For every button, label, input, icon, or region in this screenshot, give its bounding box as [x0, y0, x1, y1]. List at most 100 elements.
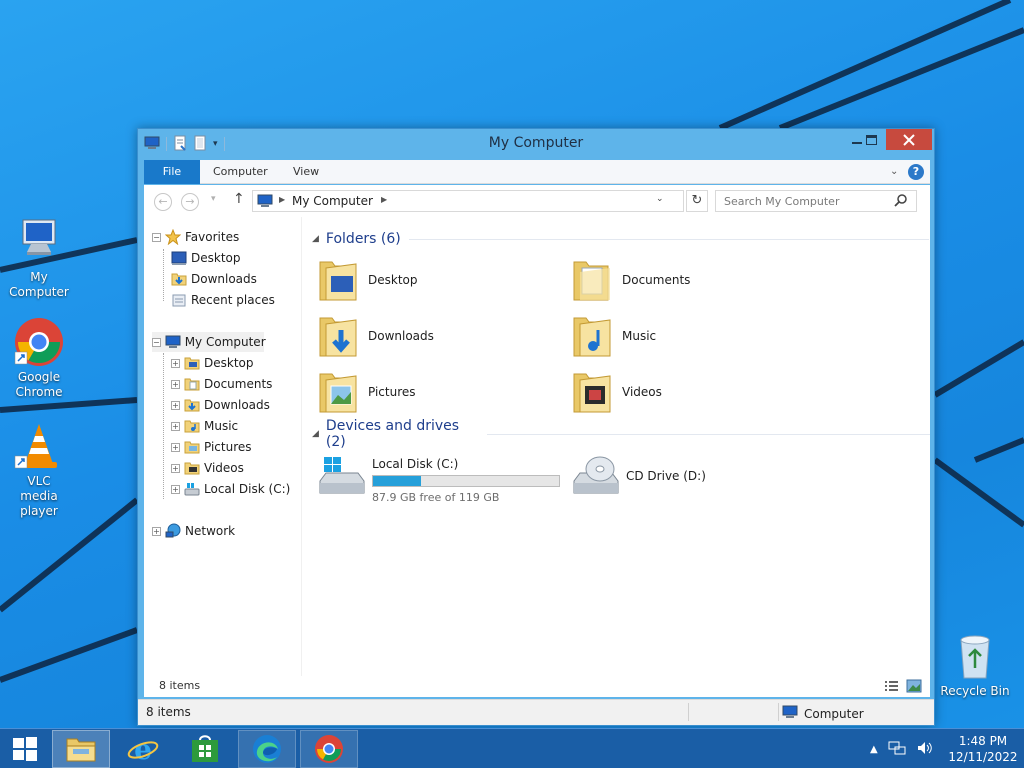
forward-button[interactable]: → — [181, 193, 199, 211]
tab-computer[interactable]: Computer — [213, 160, 268, 184]
group-divider — [486, 433, 930, 435]
refresh-button[interactable]: ↻ — [686, 190, 708, 212]
folder-item-downloads[interactable]: Downloads — [316, 310, 434, 362]
details-view-icon[interactable] — [884, 679, 900, 696]
taskbar-internet-explorer[interactable]: e — [114, 730, 172, 768]
help-button[interactable]: ? — [908, 164, 924, 180]
cd-drive-icon — [570, 455, 620, 502]
disk-usage-fill — [373, 476, 422, 486]
collapse-group-icon[interactable]: ◢ — [312, 429, 319, 439]
folder-item-desktop[interactable]: Desktop — [316, 254, 418, 306]
nav-item-label: Music — [204, 419, 239, 433]
title-bar[interactable]: ▾ My Computer — [138, 129, 934, 159]
nav-item-label: Recent places — [191, 293, 275, 307]
tab-view[interactable]: View — [293, 160, 319, 184]
back-button[interactable]: ← — [154, 193, 172, 211]
close-button[interactable] — [886, 129, 932, 150]
internet-explorer-icon: e — [127, 733, 159, 765]
recent-places-icon — [171, 292, 187, 308]
nav-pc-local-disk[interactable]: + Local Disk (C:) — [171, 479, 290, 499]
nav-item-label: Pictures — [204, 440, 252, 454]
music-folder-icon — [570, 312, 614, 360]
search-input[interactable]: Search My Computer — [724, 195, 839, 208]
taskbar-file-explorer[interactable] — [52, 730, 110, 768]
computer-icon — [782, 705, 798, 722]
desktop-icon-recycle-bin[interactable]: Recycle Bin — [936, 630, 1014, 699]
network-status-icon[interactable] — [888, 740, 906, 759]
vlc-icon — [13, 420, 65, 472]
expand-icon[interactable]: + — [171, 463, 180, 473]
volume-icon[interactable] — [916, 740, 934, 759]
nav-item-label: Local Disk (C:) — [204, 482, 291, 496]
breadcrumb-chevron-icon[interactable]: ▶ — [381, 195, 387, 204]
start-button[interactable] — [0, 730, 50, 768]
folder-item-music[interactable]: Music — [570, 310, 656, 362]
expand-icon[interactable]: + — [171, 484, 180, 494]
star-icon — [164, 228, 182, 246]
pictures-folder-icon — [316, 368, 360, 416]
taskbar-clock[interactable]: 1:48 PM 12/11/2022 — [948, 733, 1018, 765]
content-area: − Favorites Desktop Downloads Recent pla… — [144, 217, 930, 697]
search-icon — [894, 193, 908, 210]
drive-cd[interactable]: CD Drive (D:) — [570, 453, 770, 505]
status-bar: 8 items Computer — [138, 699, 934, 725]
taskbar-chrome[interactable] — [300, 730, 358, 768]
nav-item-label: Desktop — [191, 251, 241, 265]
documents-folder-icon — [184, 376, 200, 392]
nav-fav-downloads[interactable]: Downloads — [171, 269, 257, 289]
nav-pc-videos[interactable]: + Videos — [171, 458, 244, 478]
computer-icon — [13, 216, 65, 268]
expand-icon[interactable]: + — [171, 379, 180, 389]
view-switcher — [884, 679, 922, 696]
breadcrumb-my-computer[interactable]: My Computer — [292, 194, 373, 208]
show-hidden-icons-icon[interactable]: ▲ — [870, 744, 878, 755]
tab-file[interactable]: File — [144, 160, 200, 184]
drive-local-disk[interactable]: Local Disk (C:) 87.9 GB free of 119 GB — [316, 453, 566, 505]
documents-folder-icon — [570, 256, 614, 304]
address-dropdown-icon[interactable]: ⌄ — [656, 194, 664, 204]
folder-item-documents[interactable]: Documents — [570, 254, 690, 306]
expand-icon[interactable]: + — [171, 400, 180, 410]
desktop-icon-vlc[interactable]: VLC media player — [0, 420, 78, 519]
explorer-window: ▾ My Computer File Computer View ⌄ ? ← →… — [137, 128, 935, 726]
nav-my-computer-label: My Computer — [184, 335, 266, 349]
nav-my-computer[interactable]: − My Computer — [152, 332, 266, 352]
folders-group-header[interactable]: ◢ Folders (6) — [312, 228, 929, 250]
folder-item-pictures[interactable]: Pictures — [316, 366, 416, 418]
maximize-button[interactable] — [858, 129, 884, 150]
nav-network[interactable]: + Network — [152, 521, 235, 541]
navigation-bar: ← → ▾ ↑ ▶ My Computer ▶ ⌄ ↻ Search My Co… — [144, 185, 930, 217]
expand-ribbon-icon[interactable]: ⌄ — [890, 166, 898, 177]
folder-item-videos[interactable]: Videos — [570, 366, 662, 418]
breadcrumb-chevron-icon[interactable]: ▶ — [279, 195, 285, 204]
nav-pc-documents[interactable]: + Documents — [171, 374, 272, 394]
local-disk-free-text: 87.9 GB free of 119 GB — [372, 491, 500, 504]
expand-icon[interactable]: + — [171, 442, 180, 452]
nav-fav-desktop[interactable]: Desktop — [171, 248, 241, 268]
collapse-icon[interactable]: − — [152, 232, 161, 242]
chrome-icon — [315, 735, 343, 763]
taskbar-edge[interactable] — [238, 730, 296, 768]
recent-locations-icon[interactable]: ▾ — [211, 194, 216, 204]
collapse-group-icon[interactable]: ◢ — [312, 234, 319, 244]
desktop-folder-icon — [184, 355, 200, 371]
address-bar[interactable]: ▶ My Computer ▶ ⌄ — [252, 190, 684, 212]
expand-icon[interactable]: + — [171, 358, 180, 368]
nav-pc-desktop[interactable]: + Desktop — [171, 353, 254, 373]
desktop-icon-chrome[interactable]: Google Chrome — [0, 316, 78, 400]
pictures-folder-icon — [184, 439, 200, 455]
nav-pc-downloads[interactable]: + Downloads — [171, 395, 270, 415]
nav-fav-recent-places[interactable]: Recent places — [171, 290, 275, 310]
nav-pc-music[interactable]: + Music — [171, 416, 238, 436]
taskbar-store[interactable] — [176, 730, 234, 768]
nav-pc-pictures[interactable]: + Pictures — [171, 437, 252, 457]
large-icons-view-icon[interactable] — [906, 679, 922, 696]
nav-favorites[interactable]: − Favorites — [152, 227, 239, 247]
search-box[interactable]: Search My Computer — [715, 190, 917, 212]
collapse-icon[interactable]: − — [152, 337, 161, 347]
expand-icon[interactable]: + — [171, 421, 180, 431]
drives-group-header[interactable]: ◢ Devices and drives (2) — [312, 418, 930, 450]
expand-icon[interactable]: + — [152, 526, 161, 536]
up-button[interactable]: ↑ — [233, 191, 245, 207]
desktop-icon-my-computer[interactable]: My Computer — [0, 216, 78, 300]
